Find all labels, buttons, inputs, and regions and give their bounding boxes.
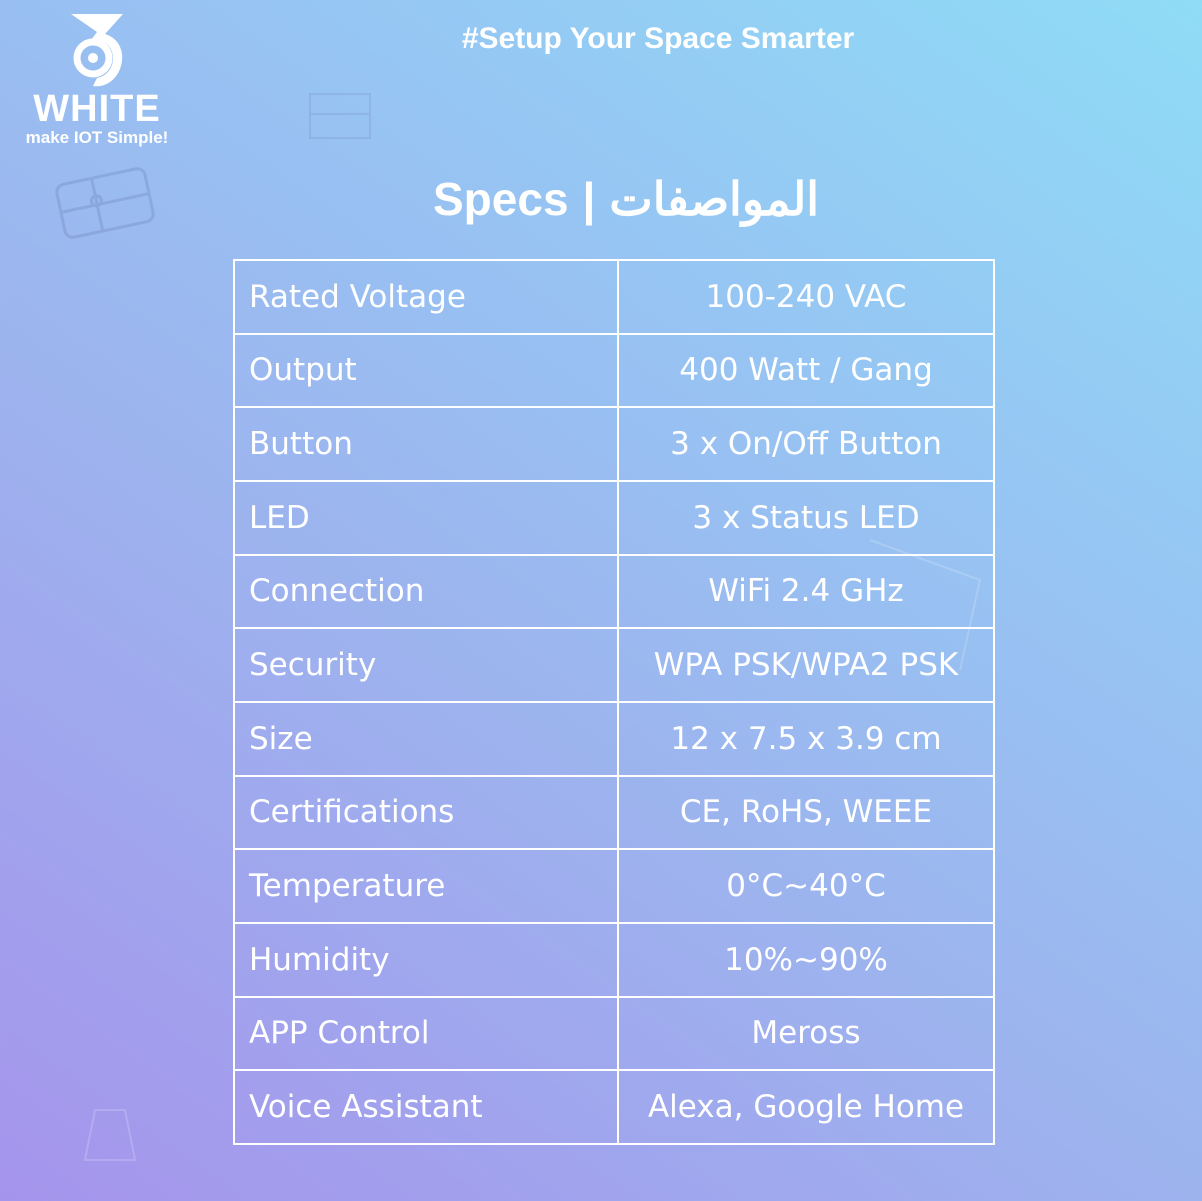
spec-row: Connection WiFi 2.4 GHz <box>233 553 995 630</box>
spec-row: Output 400 Watt / Gang <box>233 332 995 409</box>
spec-row: Security WPA PSK/WPA2 PSK <box>233 627 995 703</box>
spec-row: Humidity 10%~90% <box>233 921 995 998</box>
spec-value: Alexa, Google Home <box>617 1069 995 1145</box>
spec-value: 10%~90% <box>617 921 995 998</box>
spec-value: WiFi 2.4 GHz <box>617 553 995 630</box>
page-title: Specs | المواصفات <box>0 172 1202 226</box>
spec-value: 100-240 VAC <box>617 259 995 335</box>
spec-row: Rated Voltage 100-240 VAC <box>233 259 995 335</box>
spec-row: APP Control Meross <box>233 995 995 1072</box>
spec-label: Size <box>233 700 619 777</box>
spec-row: Voice Assistant Alexa, Google Home <box>233 1069 995 1145</box>
spec-label: Output <box>233 332 619 409</box>
spec-label: Temperature <box>233 848 619 924</box>
spec-label: Button <box>233 406 619 482</box>
spec-label: LED <box>233 479 619 556</box>
spec-value: Meross <box>617 995 995 1072</box>
spec-row: Button 3 x On/Off Button <box>233 406 995 482</box>
spec-row: Temperature 0°C~40°C <box>233 848 995 924</box>
spec-label: Rated Voltage <box>233 259 619 335</box>
title-arabic: المواصفات <box>609 173 819 225</box>
title-english: Specs <box>433 173 569 225</box>
spec-row: Size 12 x 7.5 x 3.9 cm <box>233 700 995 777</box>
brand-tagline: make IOT Simple! <box>25 128 169 147</box>
spec-value: 3 x Status LED <box>617 479 995 556</box>
header-tagline: #Setup Your Space Smarter <box>461 22 855 55</box>
specs-table: Rated Voltage 100-240 VAC Output 400 Watt /… <box>233 259 995 1145</box>
spec-label: Security <box>233 627 619 703</box>
spec-value: 3 x On/Off Button <box>617 406 995 482</box>
spec-value: WPA PSK/WPA2 PSK <box>617 627 995 703</box>
spec-label: Connection <box>233 553 619 630</box>
spec-row: LED 3 x Status LED <box>233 479 995 556</box>
spec-value: 400 Watt / Gang <box>617 332 995 409</box>
spec-row: Certifications CE, RoHS, WEEE <box>233 774 995 851</box>
spec-label: Humidity <box>233 921 619 998</box>
title-separator: | <box>582 173 596 225</box>
spec-label: Voice Assistant <box>233 1069 619 1145</box>
envelope-icon <box>309 93 371 139</box>
spec-value: 0°C~40°C <box>617 848 995 924</box>
spec-label: APP Control <box>233 995 619 1072</box>
bag-outline-icon <box>83 1109 137 1161</box>
spec-value: CE, RoHS, WEEE <box>617 774 995 851</box>
spec-label: Certifications <box>233 774 619 851</box>
brand-name: WHITE <box>33 88 161 130</box>
spec-value: 12 x 7.5 x 3.9 cm <box>617 700 995 777</box>
